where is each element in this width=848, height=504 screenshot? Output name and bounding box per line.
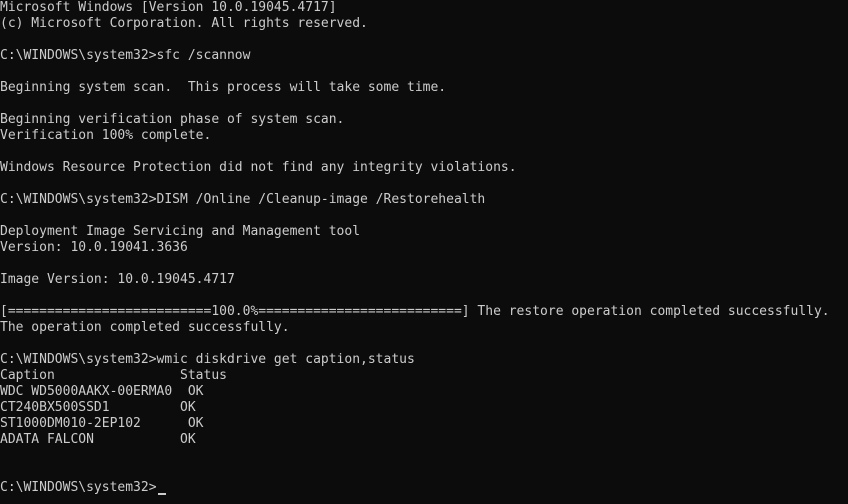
console-line: Beginning verification phase of system s… bbox=[0, 112, 345, 127]
table-row: WDC WD5000AAKX-00ERMA0 OK bbox=[0, 384, 204, 399]
console-line: Version: 10.0.19041.3636 bbox=[0, 240, 188, 255]
active-prompt[interactable]: C:\WINDOWS\system32> bbox=[0, 480, 848, 496]
console-line: Deployment Image Servicing and Managemen… bbox=[0, 224, 361, 239]
console-line: Windows Resource Protection did not find… bbox=[0, 160, 517, 175]
progress-line: [==========================100.0%=======… bbox=[0, 304, 830, 319]
table-row: ADATA FALCON OK bbox=[0, 432, 196, 447]
table-header: Caption Status bbox=[0, 368, 227, 383]
console-line: Beginning system scan. This process will… bbox=[0, 80, 447, 95]
console-line: The operation completed successfully. bbox=[0, 320, 290, 335]
console-line: Microsoft Windows [Version 10.0.19045.47… bbox=[0, 0, 337, 15]
table-row: ST1000DM010-2EP102 OK bbox=[0, 416, 204, 431]
text-cursor bbox=[157, 493, 166, 495]
console-line: (c) Microsoft Corporation. All rights re… bbox=[0, 16, 368, 31]
prompt-text: C:\WINDOWS\system32> bbox=[0, 480, 157, 495]
console-command-line: C:\WINDOWS\system32>wmic diskdrive get c… bbox=[0, 352, 415, 367]
console-line: Verification 100% complete. bbox=[0, 128, 212, 143]
table-row: CT240BX500SSD1 OK bbox=[0, 400, 196, 415]
console-line: Image Version: 10.0.19045.4717 bbox=[0, 272, 235, 287]
console-command-line: C:\WINDOWS\system32>DISM /Online /Cleanu… bbox=[0, 192, 486, 207]
console-window[interactable]: Microsoft Windows [Version 10.0.19045.47… bbox=[0, 0, 848, 504]
console-command-line: C:\WINDOWS\system32>sfc /scannow bbox=[0, 48, 251, 63]
